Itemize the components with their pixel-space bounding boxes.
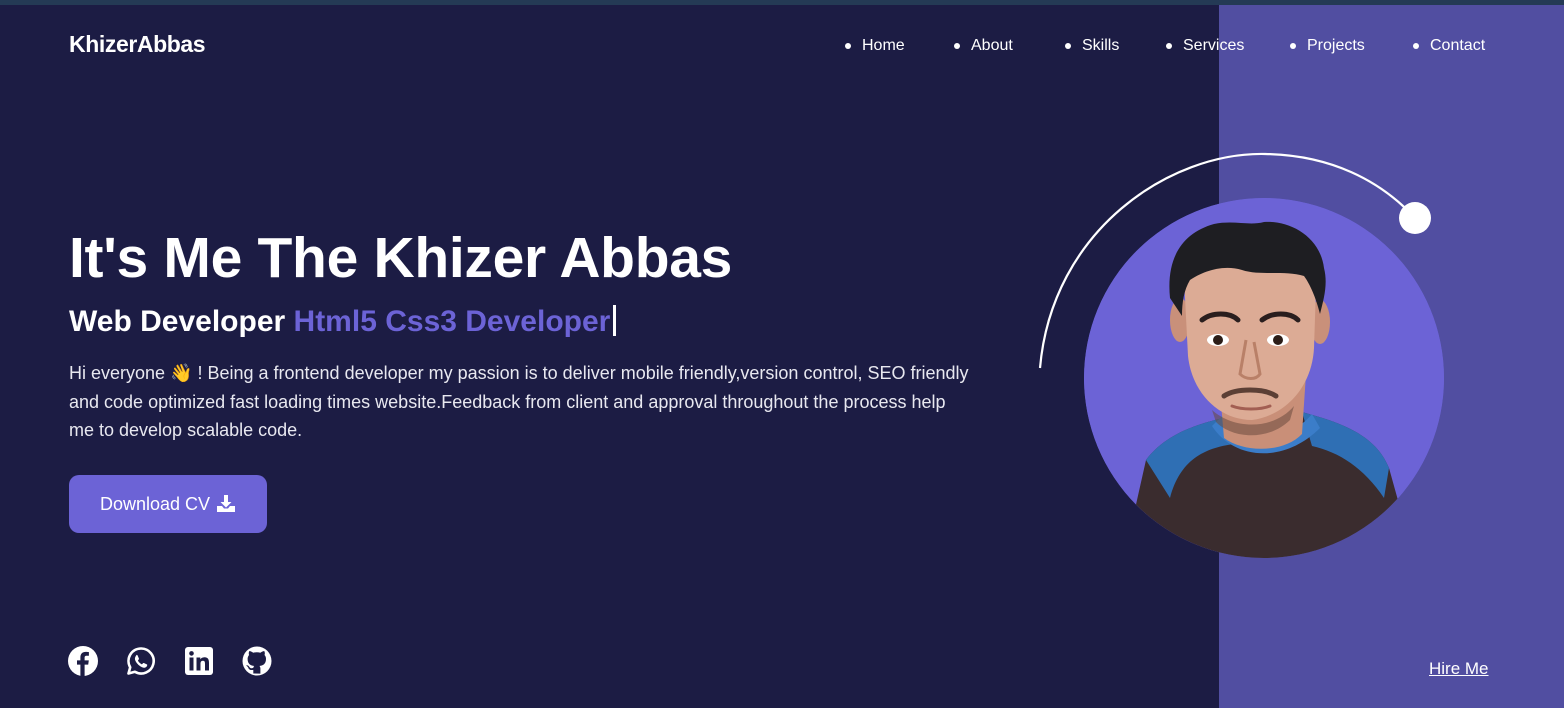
bullet-icon bbox=[1413, 43, 1419, 49]
hire-me-link[interactable]: Hire Me bbox=[1429, 659, 1489, 679]
nav-item-contact[interactable]: Contact bbox=[1413, 37, 1485, 55]
profile-photo bbox=[1084, 198, 1444, 558]
role-prefix: Web Developer bbox=[69, 305, 294, 338]
profile-avatar bbox=[1084, 198, 1444, 558]
typing-caret bbox=[613, 305, 617, 336]
role-typed-text: Html5 Css3 Developer bbox=[293, 305, 611, 338]
nav-label: Services bbox=[1183, 37, 1245, 54]
linkedin-icon[interactable] bbox=[184, 646, 214, 676]
nav-label: Home bbox=[862, 37, 905, 54]
nav-item-about[interactable]: About bbox=[954, 37, 1013, 55]
bullet-icon bbox=[1166, 43, 1172, 49]
nav-label: Contact bbox=[1430, 37, 1486, 54]
bullet-icon bbox=[954, 43, 960, 49]
nav-label: Projects bbox=[1307, 37, 1365, 54]
bullet-icon bbox=[1290, 43, 1296, 49]
whatsapp-icon[interactable] bbox=[126, 646, 156, 676]
github-icon[interactable] bbox=[242, 646, 272, 676]
nav-label: Skills bbox=[1082, 37, 1120, 54]
main-nav: Home About Skills Services Projects Cont… bbox=[0, 37, 1564, 59]
nav-item-skills[interactable]: Skills bbox=[1065, 37, 1119, 55]
hero-headline: It's Me The Khizer Abbas bbox=[69, 226, 733, 290]
download-cv-button[interactable]: Download CV bbox=[69, 475, 267, 533]
hero-subheading: Web Developer Html5 Css3 Developer bbox=[69, 305, 617, 339]
hero-bio: Hi everyone 👋 ! Being a frontend develop… bbox=[69, 363, 969, 440]
nav-item-projects[interactable]: Projects bbox=[1290, 37, 1365, 55]
nav-item-services[interactable]: Services bbox=[1166, 37, 1244, 55]
facebook-icon[interactable] bbox=[68, 646, 98, 676]
social-links bbox=[68, 646, 300, 676]
download-icon bbox=[216, 495, 236, 513]
download-cv-label: Download CV bbox=[99, 493, 211, 514]
nav-label: About bbox=[971, 37, 1013, 54]
nav-item-home[interactable]: Home bbox=[845, 37, 905, 55]
orbit-dot bbox=[1399, 202, 1431, 234]
bullet-icon bbox=[1065, 43, 1071, 49]
bullet-icon bbox=[845, 43, 851, 49]
